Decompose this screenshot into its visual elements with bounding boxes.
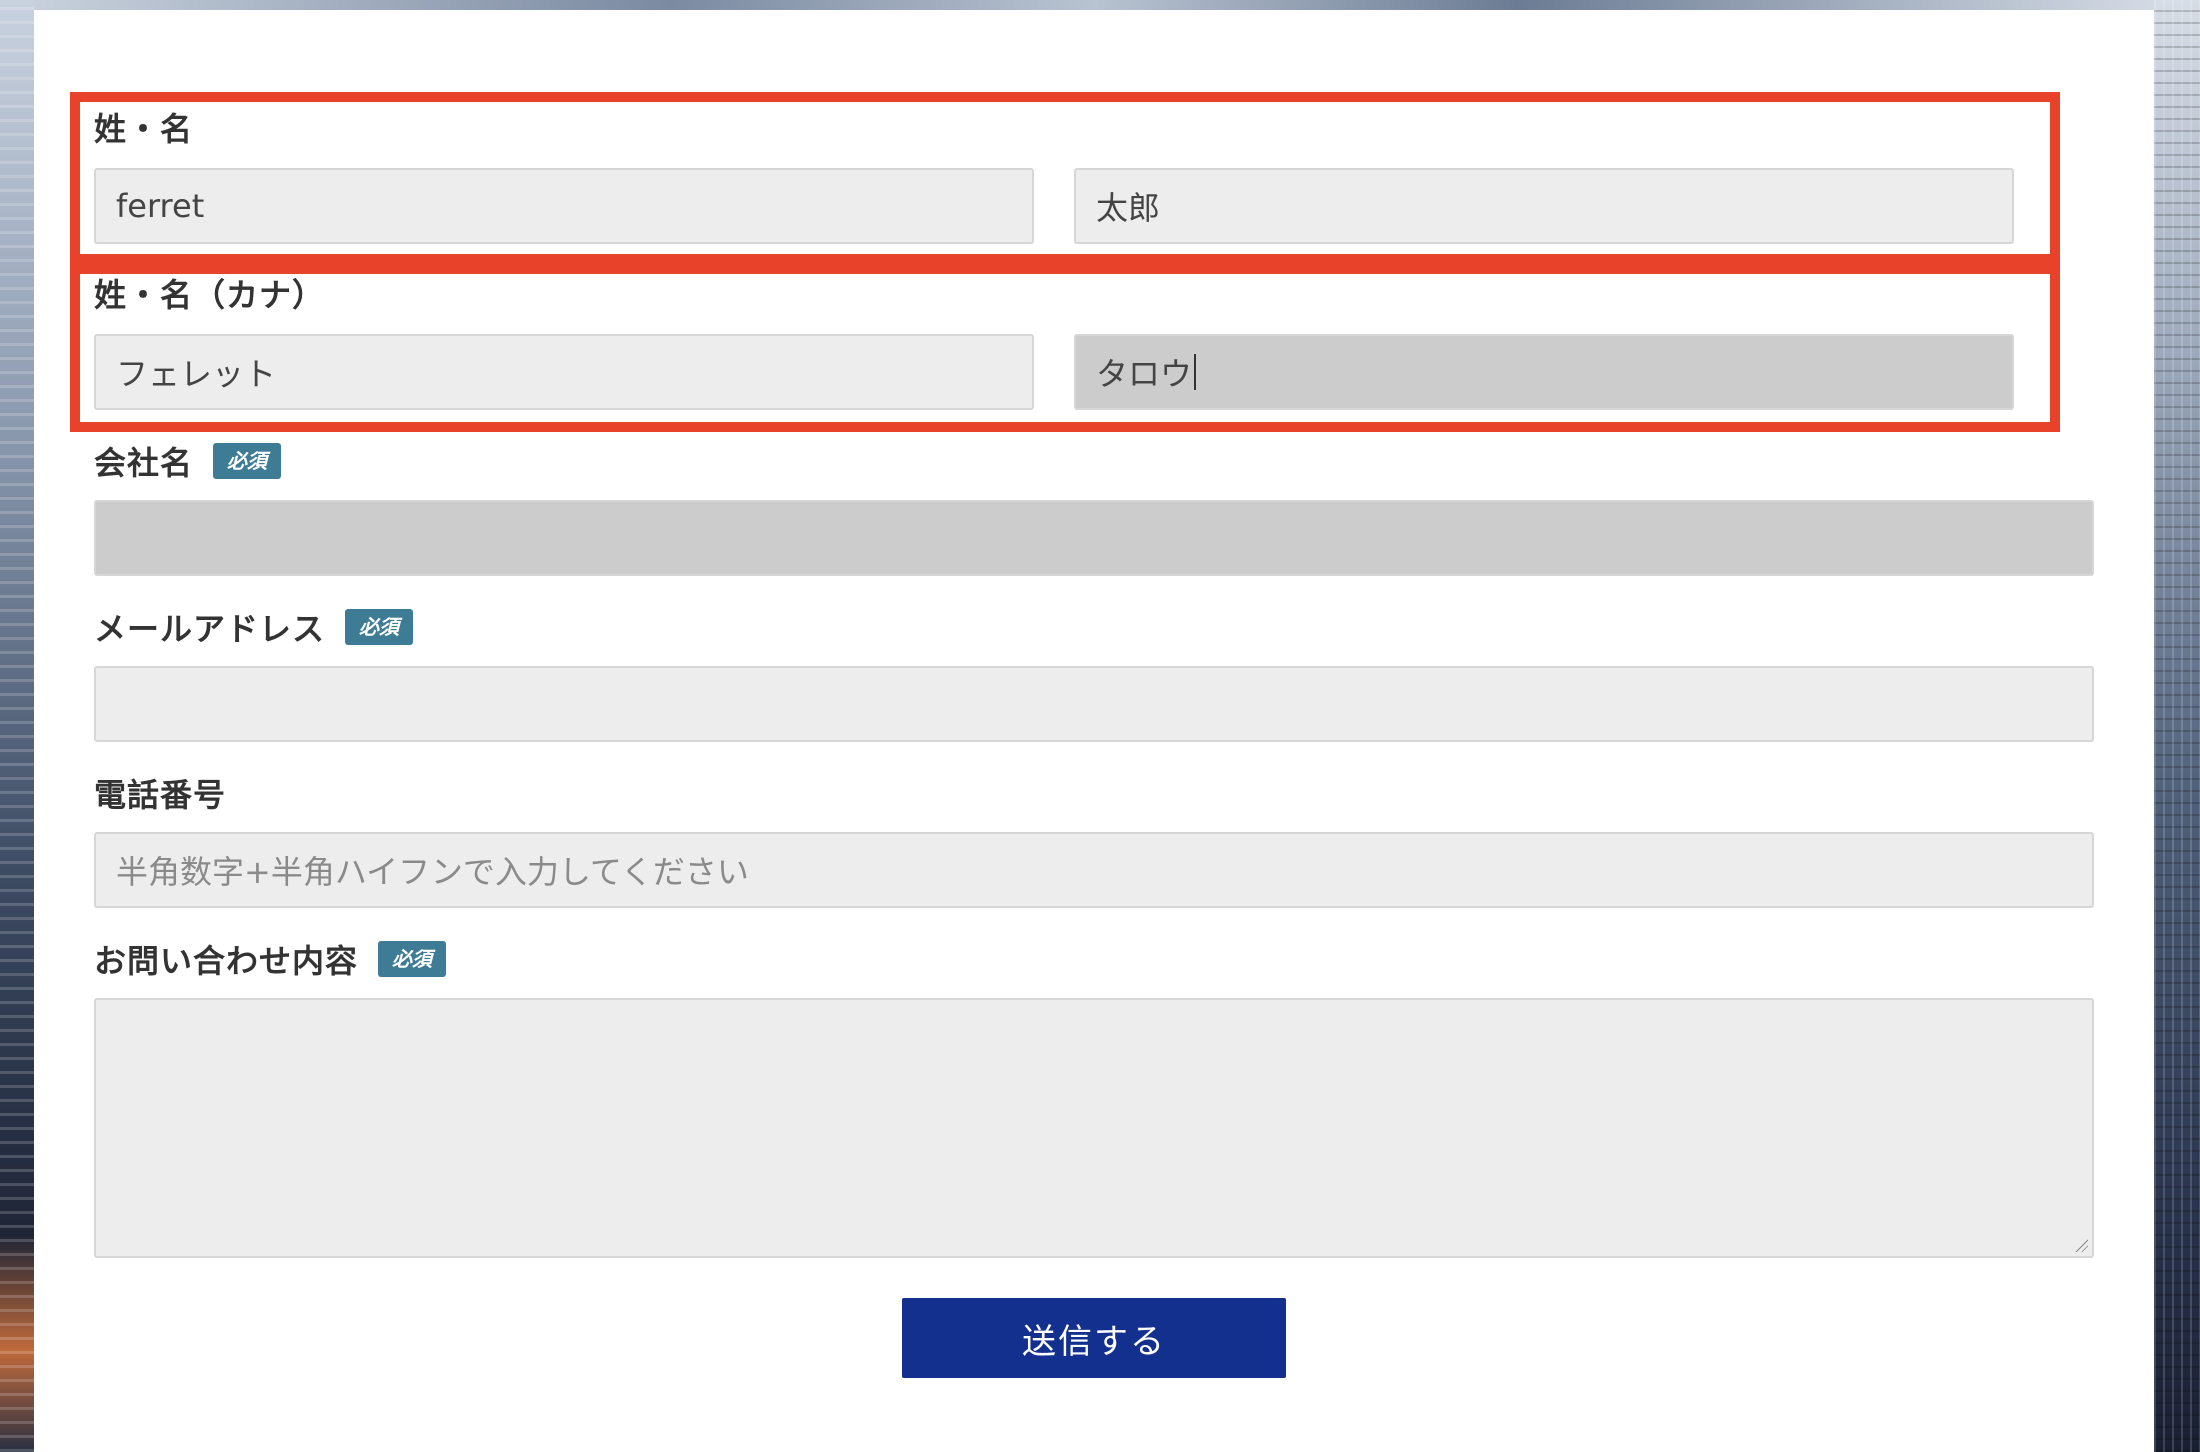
inquiry-label-row: お問い合わせ内容 必須 <box>94 936 447 982</box>
phone-placeholder: 半角数字+半角ハイフンで入力してください <box>116 853 749 891</box>
required-badge: 必須 <box>345 609 414 645</box>
phone-label-row: 電話番号 <box>94 770 226 816</box>
inquiry-label: お問い合わせ内容 <box>94 942 359 980</box>
company-label: 会社名 <box>94 444 194 482</box>
required-badge: 必須 <box>378 941 447 977</box>
background-top <box>34 0 2154 10</box>
phone-input[interactable]: 半角数字+半角ハイフンで入力してください <box>94 832 2094 908</box>
submit-button[interactable]: 送信する <box>902 1298 1286 1378</box>
inquiry-textarea[interactable] <box>94 998 2094 1258</box>
background-left <box>0 0 34 1452</box>
company-label-row: 会社名 必須 <box>94 438 282 484</box>
email-input[interactable] <box>94 666 2094 742</box>
background-right <box>2154 0 2200 1452</box>
resize-handle-icon[interactable] <box>2074 1238 2088 1252</box>
highlight-box-name <box>70 92 2060 264</box>
email-label: メールアドレス <box>94 610 326 648</box>
highlight-box-kana <box>70 264 2060 432</box>
company-input[interactable] <box>94 500 2094 576</box>
email-label-row: メールアドレス 必須 <box>94 604 414 650</box>
required-badge: 必須 <box>213 443 282 479</box>
phone-label: 電話番号 <box>94 776 227 814</box>
